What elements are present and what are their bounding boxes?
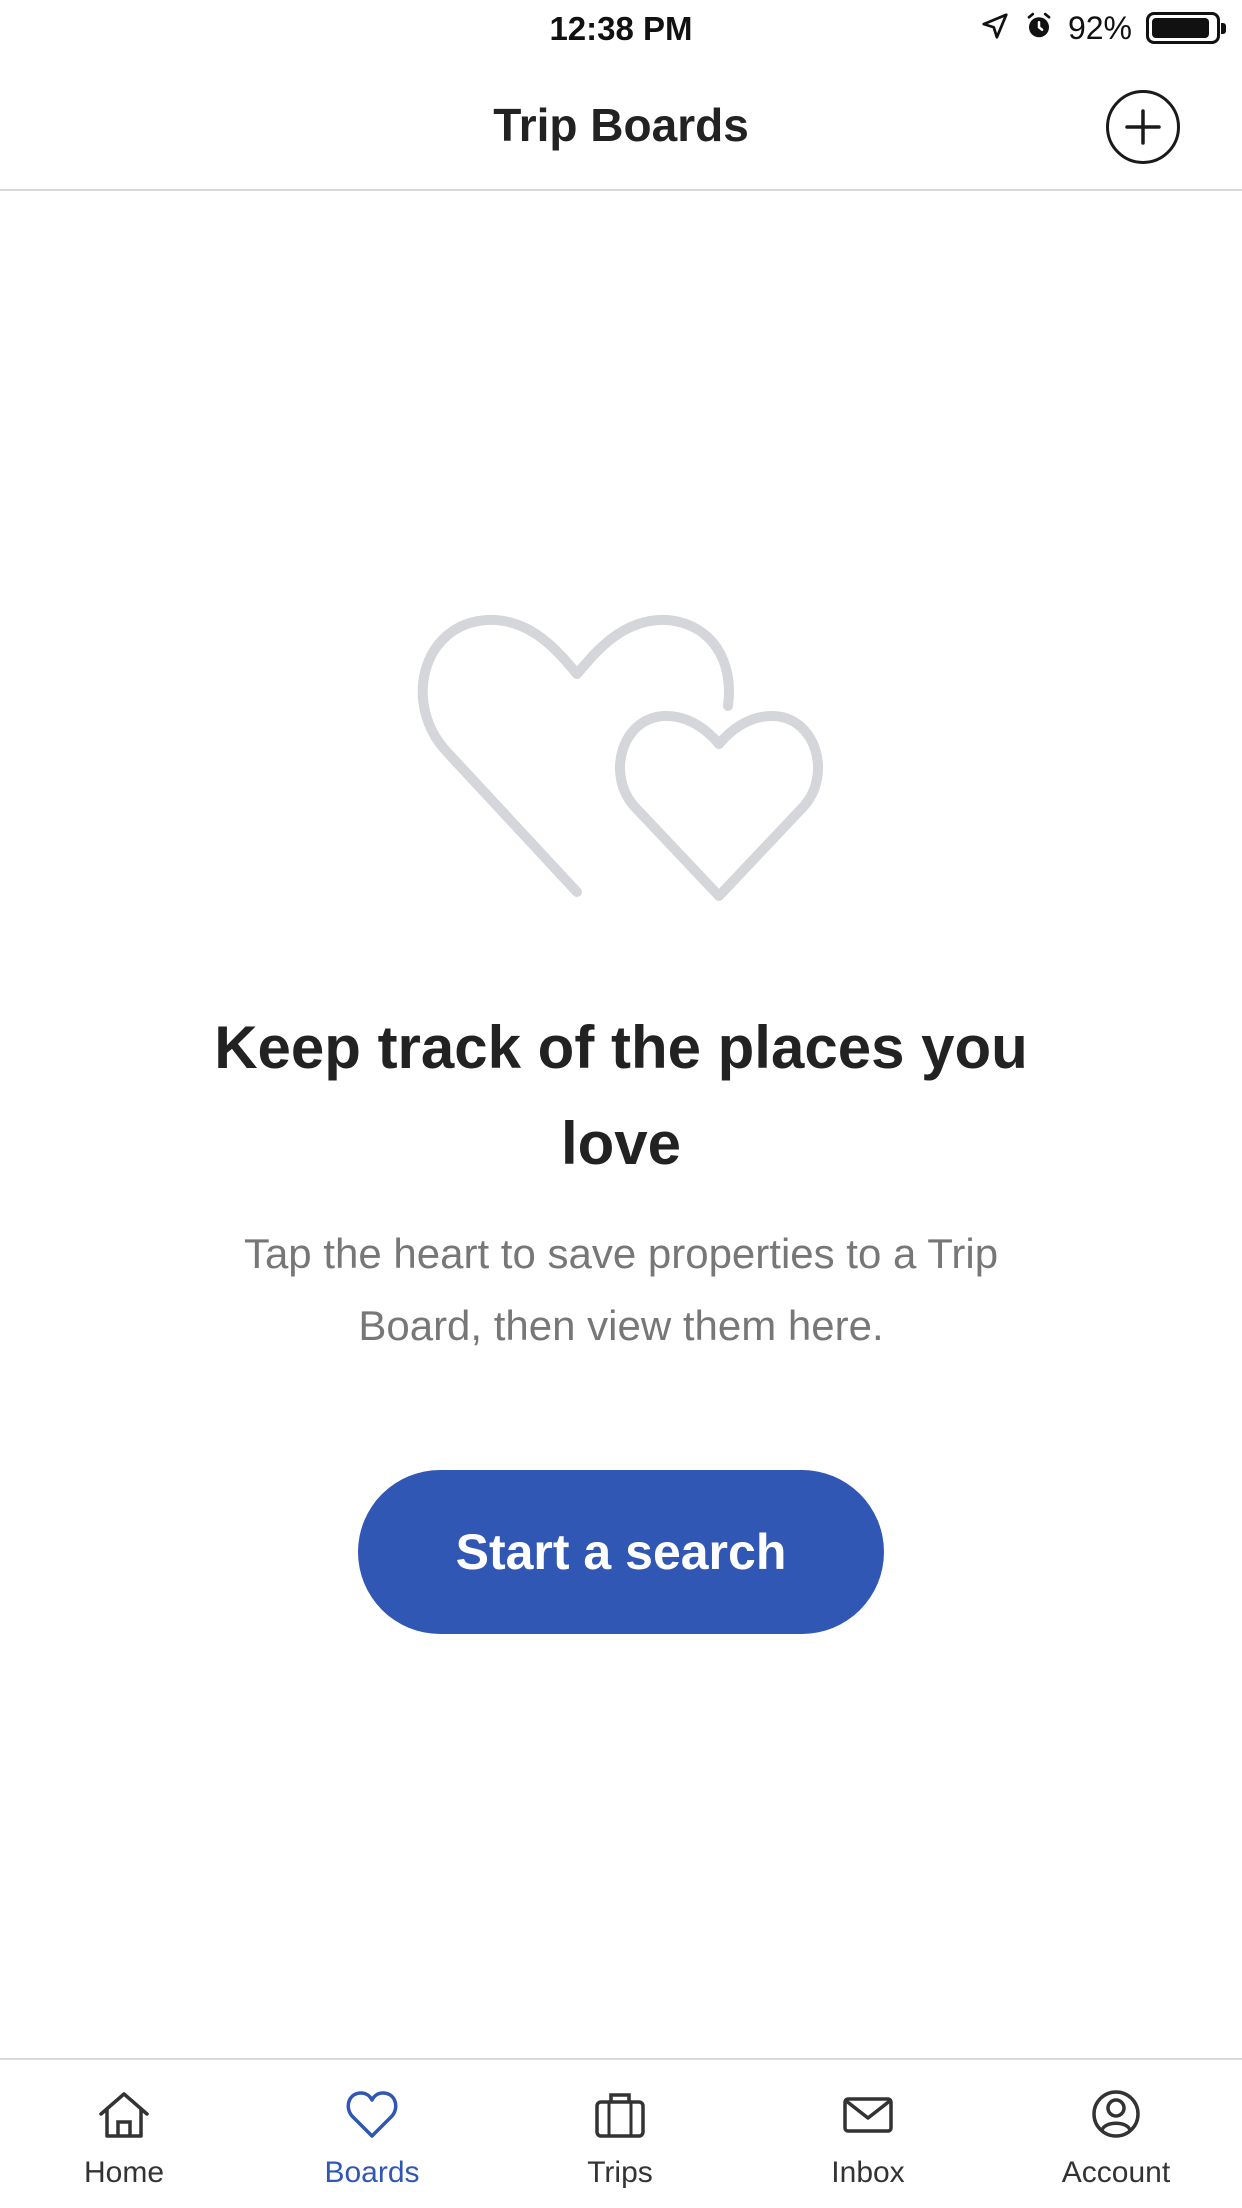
status-bar: 12:38 PM 92% (0, 0, 1242, 56)
tab-home[interactable]: Home (24, 2060, 224, 2208)
tab-inbox-label: Inbox (831, 2156, 905, 2189)
tab-inbox[interactable]: Inbox (768, 2060, 968, 2208)
header: Trip Boards (0, 56, 1242, 191)
battery-icon (1146, 12, 1226, 44)
person-icon (1016, 2086, 1216, 2142)
status-indicators: 92% (980, 9, 1226, 46)
battery-level (1152, 18, 1210, 38)
tab-trips-label: Trips (587, 2156, 653, 2189)
empty-state-description: Tap the heart to save properties to a Tr… (243, 1230, 999, 1349)
empty-state-title: Keep track of the places you love (214, 1014, 1028, 1177)
tab-account-label: Account (1061, 2156, 1171, 2189)
heart-icon (272, 2086, 472, 2142)
tab-boards-label: Boards (324, 2156, 420, 2189)
location-arrow-icon (980, 11, 1010, 46)
envelope-icon (768, 2086, 968, 2142)
tab-bar: Home Boards Trips Inbox Account (0, 2058, 1242, 2208)
plus-icon (1125, 109, 1161, 145)
battery-percent: 92% (1067, 9, 1132, 46)
tab-account[interactable]: Account (1016, 2060, 1216, 2208)
start-search-button[interactable]: Start a search (358, 1470, 884, 1634)
tab-trips[interactable]: Trips (520, 2060, 720, 2208)
page-title: Trip Boards (493, 99, 749, 151)
add-board-button[interactable] (1106, 90, 1180, 164)
alarm-clock-icon (1024, 11, 1054, 46)
two-hearts-icon (412, 606, 832, 908)
suitcase-icon (520, 2086, 720, 2142)
home-icon (24, 2086, 224, 2142)
tab-home-label: Home (83, 2156, 165, 2189)
tab-boards[interactable]: Boards (272, 2060, 472, 2208)
